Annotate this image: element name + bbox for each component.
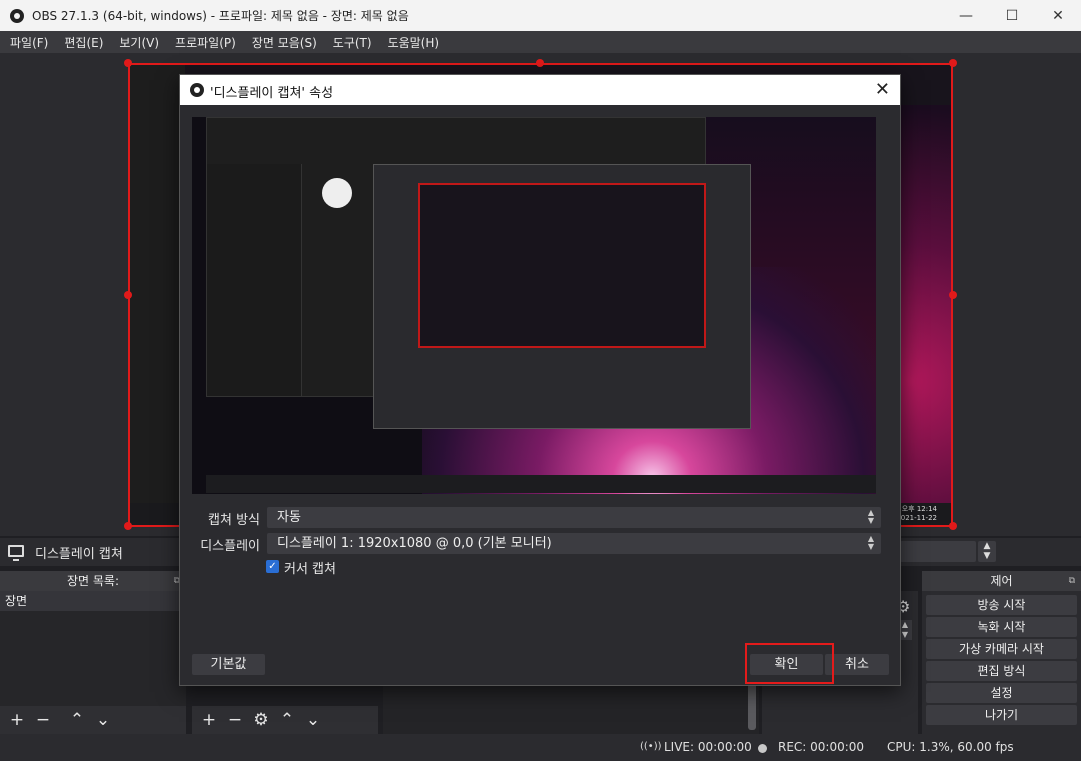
preview-explorer-sidebar bbox=[207, 164, 302, 396]
context-spin[interactable]: ▲ ▼ bbox=[978, 541, 996, 562]
studio-mode-button[interactable]: 편집 방식 bbox=[926, 661, 1077, 681]
add-source-icon[interactable]: + bbox=[198, 709, 220, 731]
exit-button[interactable]: 나가기 bbox=[926, 705, 1077, 725]
cpu-status: CPU: 1.3%, 60.00 fps bbox=[887, 740, 1014, 754]
ok-highlight-annotation bbox=[745, 643, 834, 684]
move-up-icon[interactable]: ⌃ bbox=[66, 709, 88, 731]
scenes-toolbar: + − ⌃ ⌄ bbox=[0, 706, 186, 734]
remove-source-icon[interactable]: − bbox=[224, 709, 246, 731]
remove-scene-icon[interactable]: − bbox=[32, 709, 54, 731]
capture-method-value: 자동 bbox=[277, 510, 301, 525]
source-name: 디스플레이 캡쳐 bbox=[35, 547, 123, 562]
display-value: 디스플레이 1: 1920x1080 @ 0,0 (기본 모니터) bbox=[277, 536, 552, 551]
add-scene-icon[interactable]: + bbox=[6, 709, 28, 731]
display-select[interactable]: 디스플레이 1: 1920x1080 @ 0,0 (기본 모니터) ▲ ▼ bbox=[267, 533, 881, 554]
menu-scene-collection[interactable]: 장면 모음(S) bbox=[244, 34, 325, 51]
defaults-button[interactable]: 기본값 bbox=[192, 654, 265, 675]
preview-obs-file-icon bbox=[322, 178, 352, 208]
rec-dot-icon bbox=[758, 744, 767, 753]
dialog-title-bar: '디스플레이 캡쳐' 속성 ✕ bbox=[180, 75, 900, 105]
source-settings-gear-icon[interactable]: ⚙ bbox=[250, 709, 272, 731]
close-button[interactable]: ✕ bbox=[1035, 0, 1081, 31]
select-arrows-icon: ▲ ▼ bbox=[867, 534, 875, 551]
select-arrows-icon: ▲ ▼ bbox=[867, 508, 875, 525]
display-label: 디스플레이 bbox=[200, 539, 260, 554]
menu-file[interactable]: 파일(F) bbox=[2, 34, 56, 51]
resize-handle-tl[interactable] bbox=[124, 59, 132, 67]
context-select[interactable] bbox=[900, 541, 976, 562]
scenes-list: 장면 bbox=[0, 591, 186, 706]
sources-toolbar: + − ⚙ ⌃ ⌄ bbox=[192, 706, 378, 734]
preview-taskbar bbox=[206, 475, 876, 493]
status-bar: ((•)) LIVE: 00:00:00 REC: 00:00:00 CPU: … bbox=[0, 734, 1081, 761]
scene-item[interactable]: 장면 bbox=[0, 591, 186, 611]
properties-dialog: '디스플레이 캡쳐' 속성 ✕ 캡쳐 방식 자동 ▲ ▼ 디스플레이 디스플레이 … bbox=[179, 74, 901, 686]
preview-nested-capture bbox=[418, 183, 706, 348]
resize-handle-bl[interactable] bbox=[124, 522, 132, 530]
resize-handle-tr[interactable] bbox=[949, 59, 957, 67]
obs-app-icon bbox=[10, 8, 24, 23]
menu-help[interactable]: 도움말(H) bbox=[380, 34, 448, 51]
minimize-button[interactable]: — bbox=[943, 0, 989, 31]
resize-handle-br[interactable] bbox=[949, 522, 957, 530]
monitor-icon bbox=[8, 545, 24, 561]
resize-handle-t[interactable] bbox=[536, 59, 544, 67]
clock-time: 오후 12:14 bbox=[901, 505, 937, 513]
captured-explorer-sidebar bbox=[130, 65, 185, 525]
dialog-close-icon[interactable]: ✕ bbox=[875, 79, 890, 100]
captured-clock: 오후 12:14 2021-11-22 bbox=[896, 505, 937, 523]
clock-date: 2021-11-22 bbox=[896, 514, 937, 522]
start-virtual-camera-button[interactable]: 가상 카메라 시작 bbox=[926, 639, 1077, 659]
capture-method-select[interactable]: 자동 ▲ ▼ bbox=[267, 507, 881, 528]
scenes-title: 장면 목록: bbox=[66, 574, 120, 588]
capture-cursor-label: 커서 캡쳐 bbox=[284, 562, 336, 577]
capture-cursor-checkbox[interactable]: ✓ bbox=[266, 560, 279, 573]
controls-undock-icon[interactable]: ⧉ bbox=[1069, 571, 1075, 591]
controls-title: 제어 bbox=[990, 574, 1013, 588]
cancel-button[interactable]: 취소 bbox=[825, 654, 889, 675]
start-streaming-button[interactable]: 방송 시작 bbox=[926, 595, 1077, 615]
menu-view[interactable]: 보기(V) bbox=[111, 34, 167, 51]
live-broadcast-icon: ((•)) bbox=[640, 741, 662, 752]
scenes-dock-title: 장면 목록: ⧉ bbox=[0, 571, 186, 591]
move-down-icon[interactable]: ⌄ bbox=[92, 709, 114, 731]
start-recording-button[interactable]: 녹화 시작 bbox=[926, 617, 1077, 637]
source-up-icon[interactable]: ⌃ bbox=[276, 709, 298, 731]
menu-tools[interactable]: 도구(T) bbox=[325, 34, 380, 51]
capture-method-label: 캡쳐 방식 bbox=[208, 513, 260, 528]
menu-edit[interactable]: 편집(E) bbox=[56, 34, 111, 51]
source-down-icon[interactable]: ⌄ bbox=[302, 709, 324, 731]
resize-handle-l[interactable] bbox=[124, 291, 132, 299]
rec-time: REC: 00:00:00 bbox=[778, 740, 865, 754]
live-time: LIVE: 00:00:00 bbox=[664, 740, 752, 754]
menu-profile[interactable]: 프로파일(P) bbox=[167, 34, 244, 51]
window-title: OBS 27.1.3 (64-bit, windows) - 프로파일: 제목 … bbox=[32, 9, 409, 23]
settings-button[interactable]: 설정 bbox=[926, 683, 1077, 703]
obs-dialog-icon bbox=[190, 83, 204, 97]
dialog-title: '디스플레이 캡쳐' 속성 bbox=[210, 86, 334, 101]
maximize-button[interactable]: ☐ bbox=[989, 0, 1035, 31]
title-bar: OBS 27.1.3 (64-bit, windows) - 프로파일: 제목 … bbox=[0, 0, 1081, 31]
controls-dock-title: 제어 ⧉ bbox=[922, 571, 1081, 591]
menu-bar: 파일(F) 편집(E) 보기(V) 프로파일(P) 장면 모음(S) 도구(T)… bbox=[0, 31, 1081, 53]
dialog-preview bbox=[192, 117, 876, 494]
resize-handle-r[interactable] bbox=[949, 291, 957, 299]
